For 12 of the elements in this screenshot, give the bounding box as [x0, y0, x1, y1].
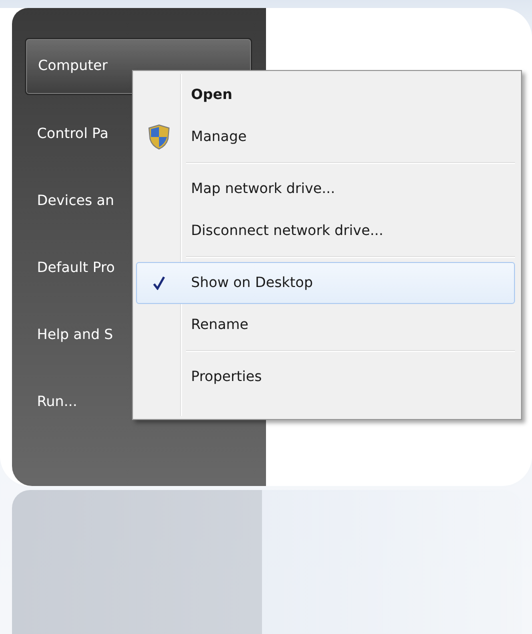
menu-item[interactable]: Disconnect network drive... [136, 210, 515, 252]
menu-item[interactable]: Properties [136, 356, 515, 398]
start-menu-item[interactable]: Help and S [25, 308, 118, 363]
menu-item[interactable]: Show on Desktop [136, 262, 515, 304]
start-menu-item[interactable]: Default Pro [25, 241, 119, 296]
menu-item[interactable]: Manage [136, 116, 515, 158]
menu-item[interactable]: Map network drive... [136, 168, 515, 210]
menu-item[interactable]: Rename [136, 304, 515, 346]
start-menu-item[interactable]: Devices an [25, 174, 118, 229]
start-menu-item[interactable]: Control Pa [25, 107, 112, 162]
shield-icon [148, 124, 170, 150]
start-menu-item[interactable]: Run... [25, 375, 82, 430]
